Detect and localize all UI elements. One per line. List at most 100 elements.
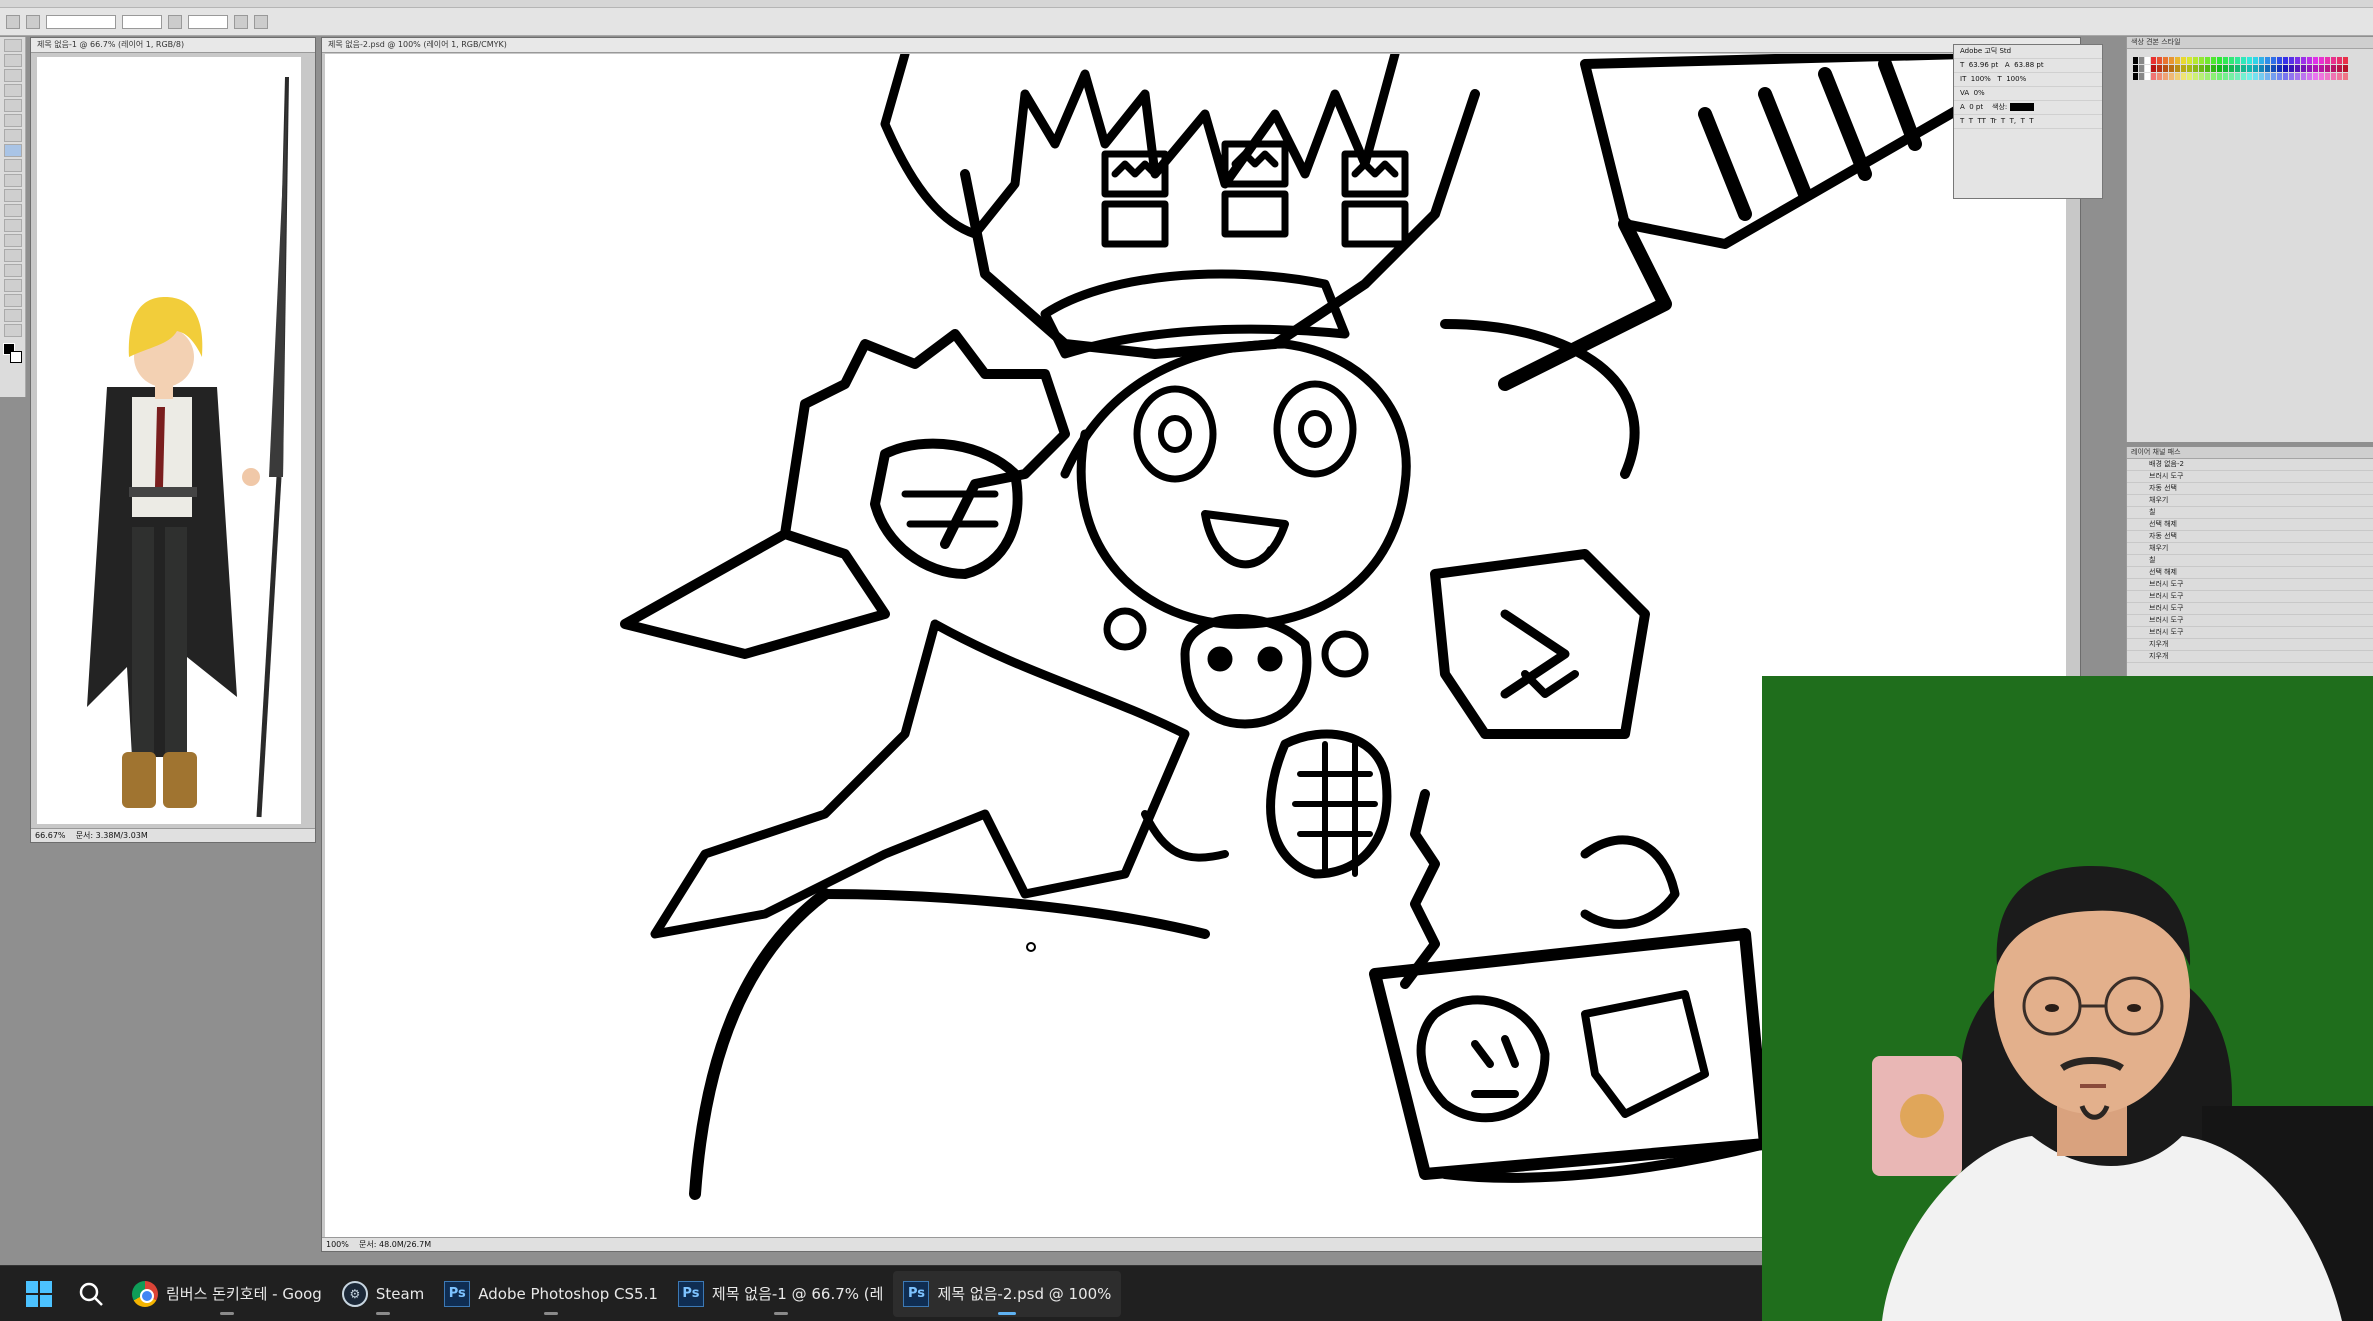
swatch[interactable]	[2145, 73, 2150, 80]
dodge-tool-icon[interactable]	[3, 234, 22, 247]
swatch[interactable]	[2301, 73, 2306, 80]
swatch[interactable]	[2337, 73, 2342, 80]
swatch[interactable]	[2265, 65, 2270, 72]
swatch[interactable]	[2313, 57, 2318, 64]
swatch[interactable]	[2325, 57, 2330, 64]
swatch[interactable]	[2241, 65, 2246, 72]
swatch[interactable]	[2337, 65, 2342, 72]
swatch[interactable]	[2157, 57, 2162, 64]
history-item[interactable]: 선택 해제	[2127, 567, 2373, 579]
taskbar-app-photoshop[interactable]: Ps Adobe Photoshop CS5.1	[434, 1271, 668, 1317]
history-item[interactable]: 브러시 도구	[2127, 471, 2373, 483]
swatch[interactable]	[2289, 57, 2294, 64]
swatch[interactable]	[2289, 73, 2294, 80]
swatch[interactable]	[2331, 57, 2336, 64]
swatch[interactable]	[2295, 65, 2300, 72]
swatch[interactable]	[2169, 73, 2174, 80]
font-size-field[interactable]: T 63.96 pt A 63.88 pt	[1954, 59, 2102, 73]
swatch[interactable]	[2205, 57, 2210, 64]
type-style-buttons[interactable]: T T TT Tr T T, T T	[1954, 115, 2102, 129]
swatch[interactable]	[2163, 73, 2168, 80]
swatch[interactable]	[2181, 73, 2186, 80]
shape-tool-icon[interactable]	[3, 294, 22, 307]
swatch[interactable]	[2139, 57, 2144, 64]
swatch[interactable]	[2133, 65, 2138, 72]
flow-field[interactable]	[188, 14, 228, 29]
swatch[interactable]	[2157, 65, 2162, 72]
taskbar-app-photoshop-doc1[interactable]: Ps 제목 없음-1 @ 66.7% (레	[668, 1271, 894, 1317]
swatch[interactable]	[2247, 57, 2252, 64]
history-item[interactable]: 지우개	[2127, 651, 2373, 663]
gradient-tool-icon[interactable]	[3, 204, 22, 217]
swatch[interactable]	[2193, 65, 2198, 72]
swatch[interactable]	[2319, 57, 2324, 64]
swatch[interactable]	[2169, 57, 2174, 64]
swatch[interactable]	[2139, 65, 2144, 72]
swatch[interactable]	[2139, 73, 2144, 80]
history-item[interactable]: 지우개	[2127, 639, 2373, 651]
hand-tool-icon[interactable]	[3, 309, 22, 322]
swatch[interactable]	[2253, 65, 2258, 72]
history-brush-tool-icon[interactable]	[3, 174, 22, 187]
airbrush-icon[interactable]	[234, 14, 248, 29]
swatch[interactable]	[2277, 57, 2282, 64]
swatch[interactable]	[2307, 73, 2312, 80]
swatch[interactable]	[2247, 73, 2252, 80]
history-item[interactable]: 칠	[2127, 555, 2373, 567]
swatch[interactable]	[2343, 65, 2348, 72]
taskbar-app-steam[interactable]: ⚙ Steam	[332, 1271, 434, 1317]
search-button[interactable]	[68, 1271, 114, 1317]
swatch[interactable]	[2163, 57, 2168, 64]
swatch[interactable]	[2283, 65, 2288, 72]
swatch[interactable]	[2193, 73, 2198, 80]
swatch[interactable]	[2313, 73, 2318, 80]
swatches-grid[interactable]	[2133, 57, 2353, 97]
swatch[interactable]	[2151, 57, 2156, 64]
crop-tool-icon[interactable]	[3, 99, 22, 112]
swatch[interactable]	[2175, 73, 2180, 80]
menu-bar[interactable]	[0, 0, 2373, 8]
reference-document-title[interactable]: 제목 없음-1 @ 66.7% (레이어 1, RGB/8)	[31, 38, 315, 53]
history-item[interactable]: 칠	[2127, 507, 2373, 519]
swatch[interactable]	[2151, 73, 2156, 80]
swatch[interactable]	[2247, 65, 2252, 72]
path-select-tool-icon[interactable]	[3, 279, 22, 292]
swatch[interactable]	[2163, 65, 2168, 72]
stamp-tool-icon[interactable]	[3, 159, 22, 172]
swatch[interactable]	[2211, 65, 2216, 72]
font-family-select[interactable]: Adobe 고딕 Std	[1954, 45, 2102, 59]
swatch[interactable]	[2187, 65, 2192, 72]
swatch[interactable]	[2331, 65, 2336, 72]
zoom-tool-icon[interactable]	[3, 324, 22, 337]
swatch[interactable]	[2325, 65, 2330, 72]
history-item[interactable]: 자동 선택	[2127, 483, 2373, 495]
swatch[interactable]	[2289, 65, 2294, 72]
swatch[interactable]	[2337, 57, 2342, 64]
mode-select[interactable]	[46, 14, 116, 29]
swatch[interactable]	[2301, 65, 2306, 72]
pen-tool-icon[interactable]	[3, 249, 22, 262]
swatch[interactable]	[2169, 65, 2174, 72]
swatch[interactable]	[2157, 73, 2162, 80]
swatch[interactable]	[2187, 73, 2192, 80]
swatch[interactable]	[2343, 73, 2348, 80]
swatch[interactable]	[2199, 57, 2204, 64]
type-tool-icon[interactable]	[3, 264, 22, 277]
swatch[interactable]	[2331, 73, 2336, 80]
swatch[interactable]	[2217, 57, 2222, 64]
swatch[interactable]	[2175, 57, 2180, 64]
swatch[interactable]	[2229, 65, 2234, 72]
swatch[interactable]	[2223, 73, 2228, 80]
swatch[interactable]	[2319, 73, 2324, 80]
swatch[interactable]	[2277, 65, 2282, 72]
tracking-field[interactable]: VA 0%	[1954, 87, 2102, 101]
reference-canvas[interactable]	[37, 57, 301, 824]
swatch[interactable]	[2277, 73, 2282, 80]
swatch[interactable]	[2205, 65, 2210, 72]
swatch[interactable]	[2271, 73, 2276, 80]
scale-fields[interactable]: IT 100% T 100%	[1954, 73, 2102, 87]
swatch[interactable]	[2307, 57, 2312, 64]
swatch[interactable]	[2151, 65, 2156, 72]
swatch[interactable]	[2313, 65, 2318, 72]
swatch[interactable]	[2265, 73, 2270, 80]
